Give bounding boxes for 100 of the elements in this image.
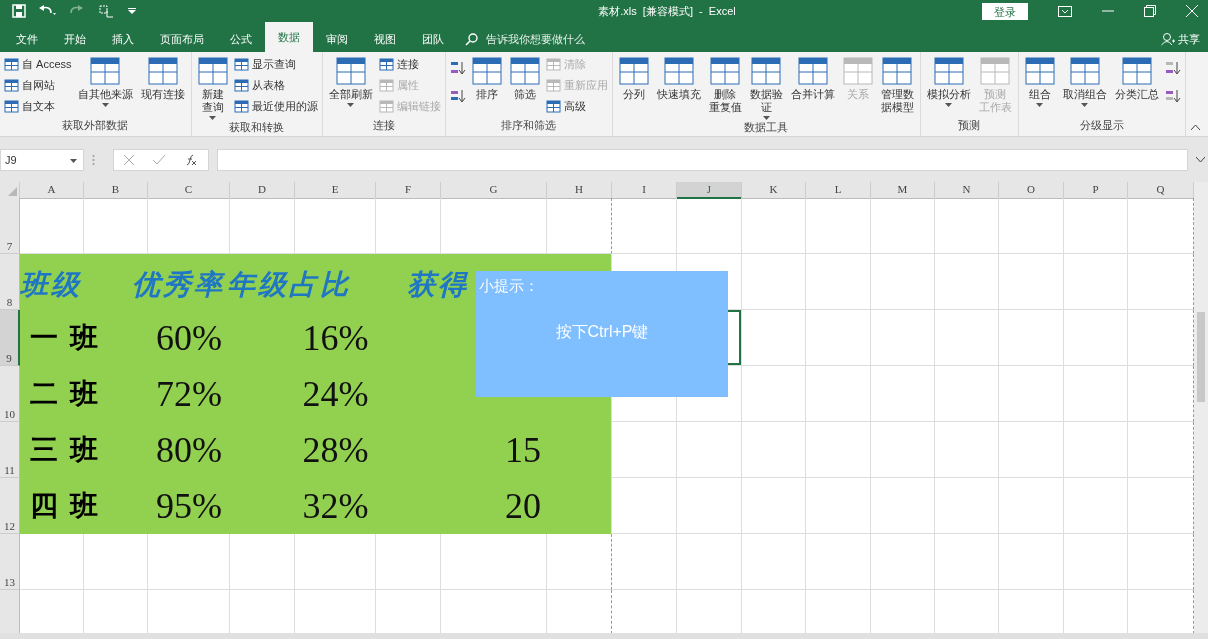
table-cell-text: 二班 bbox=[29, 376, 110, 412]
ribbon-tab[interactable]: 页面布局 bbox=[147, 26, 217, 52]
table-icon bbox=[233, 57, 249, 72]
caret-icon bbox=[101, 103, 109, 107]
ribbon-button[interactable]: 数据验 证 bbox=[747, 56, 785, 120]
column-header[interactable]: E bbox=[295, 182, 376, 199]
customize-icon bbox=[128, 8, 136, 14]
ribbon-button[interactable]: 自 Access bbox=[4, 56, 72, 73]
table-cell: 72% bbox=[156, 373, 222, 415]
column-header[interactable]: H bbox=[547, 182, 612, 199]
save-icon bbox=[12, 4, 26, 18]
column-header[interactable]: A bbox=[20, 182, 84, 199]
ribbon-button[interactable]: 排序 bbox=[469, 56, 504, 118]
row-header[interactable]: 11 bbox=[0, 422, 20, 478]
table-icon bbox=[663, 56, 694, 86]
ribbon-button[interactable]: 分列 bbox=[616, 56, 651, 120]
table-cell: 80% bbox=[156, 429, 222, 471]
row-header[interactable] bbox=[0, 590, 20, 633]
column-header[interactable]: N bbox=[935, 182, 999, 199]
column-heading: 班级 bbox=[20, 267, 82, 303]
share-button[interactable]: 共享 bbox=[1161, 26, 1200, 52]
search-field[interactable]: 告诉我你想要做什么 bbox=[484, 32, 648, 46]
table-icon bbox=[710, 56, 740, 86]
column-header[interactable]: M bbox=[871, 182, 935, 199]
grid-cell[interactable] bbox=[547, 534, 612, 590]
sort-button[interactable] bbox=[449, 88, 466, 104]
column-header[interactable]: F bbox=[376, 182, 441, 199]
ribbon-tab[interactable]: 数据 bbox=[265, 22, 313, 52]
row-header[interactable]: 10 bbox=[0, 366, 20, 422]
login-button[interactable]: 登录 bbox=[982, 2, 1028, 20]
column-header[interactable]: C bbox=[148, 182, 230, 199]
function-icon bbox=[184, 154, 199, 166]
column-header[interactable]: B bbox=[84, 182, 148, 199]
collapse-icon bbox=[1191, 124, 1200, 130]
ribbon-button[interactable]: 从表格 bbox=[233, 77, 318, 94]
column-header[interactable]: L bbox=[806, 182, 871, 199]
ribbon-button[interactable]: 最近使用的源 bbox=[233, 98, 318, 115]
cancel-icon bbox=[123, 155, 134, 165]
table-icon bbox=[509, 56, 540, 86]
row-header[interactable]: 13 bbox=[0, 534, 20, 590]
row-header[interactable]: 8 bbox=[0, 254, 20, 310]
row-header[interactable]: 7 bbox=[0, 198, 20, 254]
vertical-scrollbar[interactable] bbox=[1194, 182, 1208, 633]
row-header[interactable]: 9 bbox=[0, 310, 20, 366]
column-header[interactable]: G bbox=[441, 182, 547, 199]
column-header[interactable]: D bbox=[230, 182, 295, 199]
column-heading: 年级占比 bbox=[227, 267, 351, 303]
ribbon-button[interactable]: 分类汇总 bbox=[1112, 56, 1161, 118]
ribbon-button[interactable]: 管理数 据模型 bbox=[878, 56, 916, 120]
table-icon bbox=[933, 56, 964, 86]
row-header[interactable]: 12 bbox=[0, 478, 20, 534]
table-cell: 32% bbox=[302, 485, 369, 527]
column-header[interactable]: P bbox=[1064, 182, 1128, 199]
ribbon-button[interactable]: 高级 bbox=[545, 98, 608, 115]
ribbon-button[interactable]: 快速填充 bbox=[654, 56, 703, 120]
ribbon-tab[interactable]: 开始 bbox=[51, 26, 99, 52]
column-header[interactable]: O bbox=[999, 182, 1064, 199]
ribbon-button[interactable]: 自其他来源 bbox=[75, 56, 135, 118]
ribbon-button[interactable]: 取消组合 bbox=[1060, 56, 1109, 118]
table-icon bbox=[378, 57, 394, 72]
table-icon bbox=[545, 78, 561, 93]
table-icon bbox=[4, 78, 19, 93]
ribbon-button[interactable]: 自文本 bbox=[4, 98, 72, 115]
table-icon bbox=[797, 56, 828, 86]
close-icon bbox=[1186, 5, 1198, 17]
person-icon bbox=[1161, 32, 1175, 46]
caret-icon bbox=[347, 103, 354, 107]
ribbon-button[interactable]: 全部刷新 bbox=[326, 56, 375, 118]
table-icon bbox=[842, 56, 873, 86]
ribbon-button[interactable]: 自网站 bbox=[4, 77, 72, 94]
table-icon bbox=[1121, 56, 1152, 86]
ribbon-tab[interactable]: 审阅 bbox=[313, 26, 361, 52]
table-icon bbox=[147, 56, 178, 86]
ribbon-tab[interactable]: 公式 bbox=[217, 26, 265, 52]
file-tab[interactable]: 文件 bbox=[3, 26, 51, 52]
table-icon bbox=[882, 56, 912, 86]
tip-title: 小提示： bbox=[478, 276, 540, 296]
expand-icon bbox=[1196, 157, 1205, 163]
column-header[interactable]: J bbox=[677, 182, 742, 199]
ribbon-tab[interactable]: 视图 bbox=[361, 26, 409, 52]
ribbon-button[interactable]: 新建 查询 bbox=[195, 56, 230, 120]
ribbon-button[interactable]: 显示查询 bbox=[233, 56, 318, 73]
ribbon-button[interactable]: 现有连接 bbox=[138, 56, 187, 118]
ribbon-button[interactable]: 连接 bbox=[378, 56, 441, 73]
sort-button[interactable] bbox=[449, 60, 466, 76]
ribbon-button[interactable]: 模拟分析 bbox=[924, 56, 973, 118]
ribbon-button[interactable]: 合并计算 bbox=[788, 56, 837, 120]
ribbon-tab[interactable]: 插入 bbox=[99, 26, 147, 52]
column-header[interactable]: K bbox=[742, 182, 806, 199]
table-icon bbox=[378, 99, 394, 114]
name-box[interactable]: J9 bbox=[0, 149, 84, 171]
table-cell-text: 20 bbox=[505, 485, 542, 527]
ribbon-button[interactable]: 筛选 bbox=[507, 56, 542, 118]
scroll-thumb[interactable] bbox=[1197, 312, 1205, 402]
ribbon-tab[interactable]: 团队 bbox=[409, 26, 457, 52]
formula-field[interactable] bbox=[217, 149, 1188, 171]
ribbon-button[interactable]: 组合 bbox=[1022, 56, 1057, 118]
table-icon bbox=[4, 57, 19, 72]
table-icon bbox=[335, 56, 366, 86]
ribbon-button[interactable]: 删除 重复值 bbox=[706, 56, 744, 120]
